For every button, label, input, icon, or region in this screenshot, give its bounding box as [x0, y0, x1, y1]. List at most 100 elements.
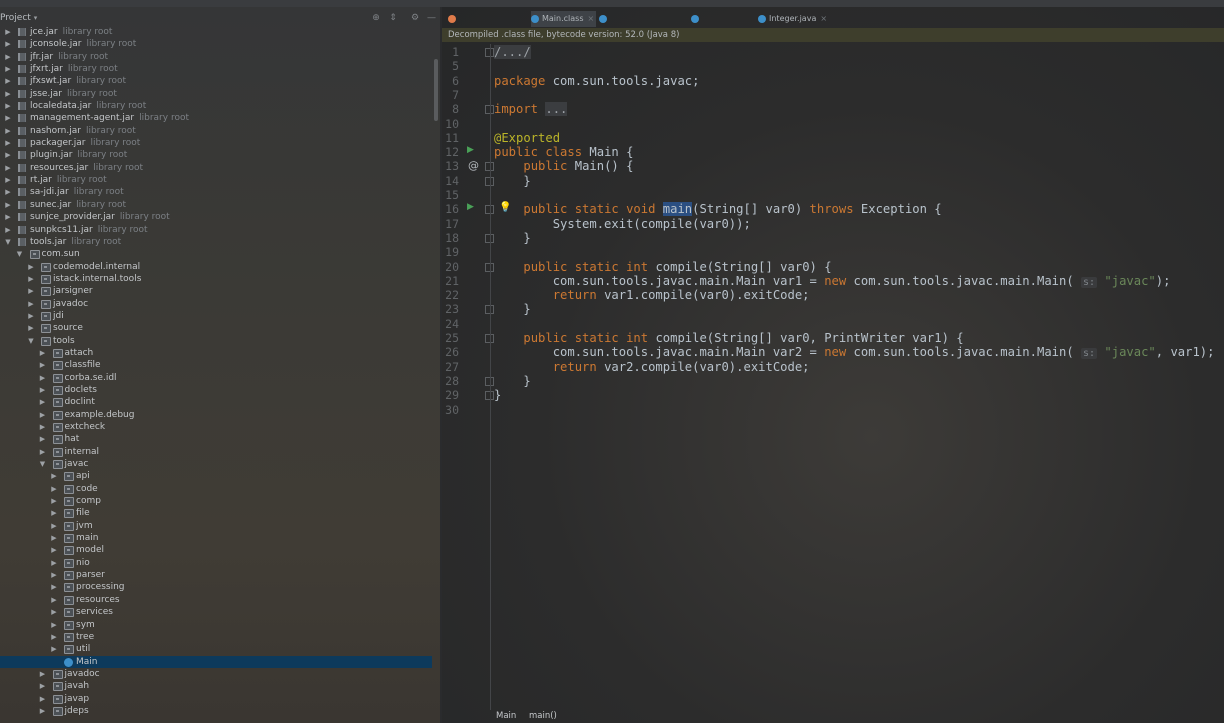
- tree-item[interactable]: ▶ nio: [0, 557, 432, 569]
- collapse-all-icon[interactable]: ⇕: [389, 14, 397, 23]
- code-line[interactable]: }: [494, 174, 530, 188]
- tree-item[interactable]: ▶ jconsole.jar library root: [0, 38, 432, 50]
- collapsed-arrow-icon[interactable]: ▶: [4, 199, 12, 211]
- code-line[interactable]: return var1.compile(var0).exitCode;: [494, 288, 810, 302]
- tree-item[interactable]: ▶ javap: [0, 693, 432, 705]
- collapsed-arrow-icon[interactable]: ▶: [50, 581, 58, 593]
- collapsed-arrow-icon[interactable]: ▶: [50, 631, 58, 643]
- tree-item[interactable]: ▶ parser: [0, 569, 432, 581]
- editor-tab[interactable]: Main.class ×: [531, 11, 596, 27]
- tree-item[interactable]: ▶ file: [0, 507, 432, 519]
- collapsed-arrow-icon[interactable]: ▶: [4, 211, 12, 223]
- tree-item[interactable]: ▶ jfxswt.jar library root: [0, 75, 432, 87]
- tree-item[interactable]: ▶ jdeps: [0, 705, 432, 717]
- breadcrumb-class[interactable]: Main: [496, 709, 516, 723]
- breadcrumb-method[interactable]: main(): [529, 709, 557, 723]
- collapsed-arrow-icon[interactable]: ▶: [50, 544, 58, 556]
- tree-item[interactable]: ▶ sym: [0, 619, 432, 631]
- tree-item[interactable]: ▶ management-agent.jar library root: [0, 112, 432, 124]
- code-line[interactable]: public static void main(String[] var0) t…: [494, 202, 942, 217]
- collapsed-arrow-icon[interactable]: ▶: [4, 100, 12, 112]
- tree-item[interactable]: ▶ hat: [0, 433, 432, 445]
- collapsed-arrow-icon[interactable]: ▶: [50, 643, 58, 655]
- tree-item[interactable]: ▶ tree: [0, 631, 432, 643]
- code-line[interactable]: }: [494, 302, 530, 316]
- tree-item[interactable]: ▶ util: [0, 643, 432, 655]
- tree-item[interactable]: ▶ rt.jar library root: [0, 174, 432, 186]
- scrollbar[interactable]: [434, 59, 438, 121]
- editor-tab[interactable]: String.java×: [691, 11, 755, 39]
- gear-icon[interactable]: ⚙: [411, 14, 419, 23]
- code-line[interactable]: }: [494, 374, 530, 388]
- tree-item[interactable]: ▶ model: [0, 544, 432, 556]
- collapsed-arrow-icon[interactable]: ▶: [4, 38, 12, 50]
- collapsed-arrow-icon[interactable]: ▶: [50, 619, 58, 631]
- tree-item[interactable]: ▶ sunjce_provider.jar library root: [0, 211, 432, 223]
- collapsed-arrow-icon[interactable]: ▶: [4, 149, 12, 161]
- collapsed-arrow-icon[interactable]: ▶: [50, 495, 58, 507]
- code-line[interactable]: public class Main {: [494, 145, 633, 159]
- expanded-arrow-icon[interactable]: ▼: [16, 248, 24, 260]
- expanded-arrow-icon[interactable]: ▼: [27, 335, 35, 347]
- collapsed-arrow-icon[interactable]: ▶: [4, 75, 12, 87]
- tree-item[interactable]: ▶ api: [0, 470, 432, 482]
- code-line[interactable]: public Main() {: [494, 159, 633, 173]
- editor-tab[interactable]: AbstractLog.class×: [599, 11, 688, 39]
- collapsed-arrow-icon[interactable]: ▶: [4, 51, 12, 63]
- collapsed-arrow-icon[interactable]: ▶: [4, 112, 12, 124]
- code-line[interactable]: com.sun.tools.javac.main.Main var1 = new…: [494, 274, 1170, 288]
- collapsed-arrow-icon[interactable]: ▶: [39, 372, 47, 384]
- collapsed-arrow-icon[interactable]: ▶: [4, 186, 12, 198]
- collapsed-arrow-icon[interactable]: ▶: [27, 285, 35, 297]
- code-line[interactable]: @Exported: [494, 131, 560, 145]
- tree-item[interactable]: ▶ jfr.jar library root: [0, 51, 432, 63]
- editor-tab[interactable]: StringTest.java×: [448, 11, 528, 39]
- code-view[interactable]: /.../ package com.sun.tools.javac; import …: [494, 44, 1224, 710]
- code-line[interactable]: public static int compile(String[] var0,…: [494, 331, 963, 345]
- tree-item[interactable]: ▶ jarsigner: [0, 285, 432, 297]
- close-icon[interactable]: ×: [588, 14, 595, 23]
- tree-item[interactable]: ▶ istack.internal.tools: [0, 273, 432, 285]
- collapsed-arrow-icon[interactable]: ▶: [50, 520, 58, 532]
- collapsed-arrow-icon[interactable]: ▶: [50, 557, 58, 569]
- collapsed-arrow-icon[interactable]: ▶: [39, 359, 47, 371]
- collapsed-arrow-icon[interactable]: ▶: [27, 322, 35, 334]
- tree-item[interactable]: ▶ javadoc: [0, 298, 432, 310]
- run-icon[interactable]: ▶: [467, 202, 474, 212]
- tree-item[interactable]: ▶ doclets: [0, 384, 432, 396]
- collapsed-arrow-icon[interactable]: ▶: [39, 409, 47, 421]
- collapsed-arrow-icon[interactable]: ▶: [50, 470, 58, 482]
- override-marker-icon[interactable]: @: [468, 159, 479, 172]
- collapsed-arrow-icon[interactable]: ▶: [39, 446, 47, 458]
- collapsed-arrow-icon[interactable]: ▶: [50, 569, 58, 581]
- tree-item[interactable]: ▶ processing: [0, 581, 432, 593]
- tree-item[interactable]: ▶ doclint: [0, 396, 432, 408]
- tree-item[interactable]: ▶ sunpkcs11.jar library root: [0, 224, 432, 236]
- tree-item[interactable]: ▼ tools: [0, 335, 432, 347]
- collapsed-arrow-icon[interactable]: ▶: [4, 125, 12, 137]
- code-line[interactable]: import ...: [494, 102, 568, 117]
- collapsed-arrow-icon[interactable]: ▶: [27, 310, 35, 322]
- run-icon[interactable]: ▶: [467, 145, 474, 155]
- tree-item[interactable]: Main: [0, 655, 432, 668]
- close-icon[interactable]: ×: [820, 14, 827, 23]
- tree-item[interactable]: ▶ resources.jar library root: [0, 162, 432, 174]
- tree-item[interactable]: ▶ localedata.jar library root: [0, 100, 432, 112]
- collapsed-arrow-icon[interactable]: ▶: [39, 433, 47, 445]
- tree-item[interactable]: ▶ attach: [0, 347, 432, 359]
- code-line[interactable]: /.../: [494, 45, 531, 59]
- project-view-selector[interactable]: Project ▾: [0, 13, 37, 23]
- hide-panel-icon[interactable]: —: [427, 14, 436, 23]
- collapsed-arrow-icon[interactable]: ▶: [39, 347, 47, 359]
- collapsed-arrow-icon[interactable]: ▶: [50, 483, 58, 495]
- collapsed-arrow-icon[interactable]: ▶: [39, 668, 47, 680]
- collapsed-arrow-icon[interactable]: ▶: [39, 693, 47, 705]
- code-line[interactable]: com.sun.tools.javac.main.Main var2 = new…: [494, 345, 1214, 360]
- collapsed-arrow-icon[interactable]: ▶: [50, 532, 58, 544]
- editor-tab[interactable]: Integer.java ×: [758, 11, 828, 27]
- collapsed-arrow-icon[interactable]: ▶: [4, 88, 12, 100]
- tree-item[interactable]: ▶ codemodel.internal: [0, 261, 432, 273]
- locate-icon[interactable]: ⊕: [372, 14, 380, 23]
- tree-item[interactable]: ▶ javah: [0, 680, 432, 692]
- tree-item[interactable]: ▶ extcheck: [0, 421, 432, 433]
